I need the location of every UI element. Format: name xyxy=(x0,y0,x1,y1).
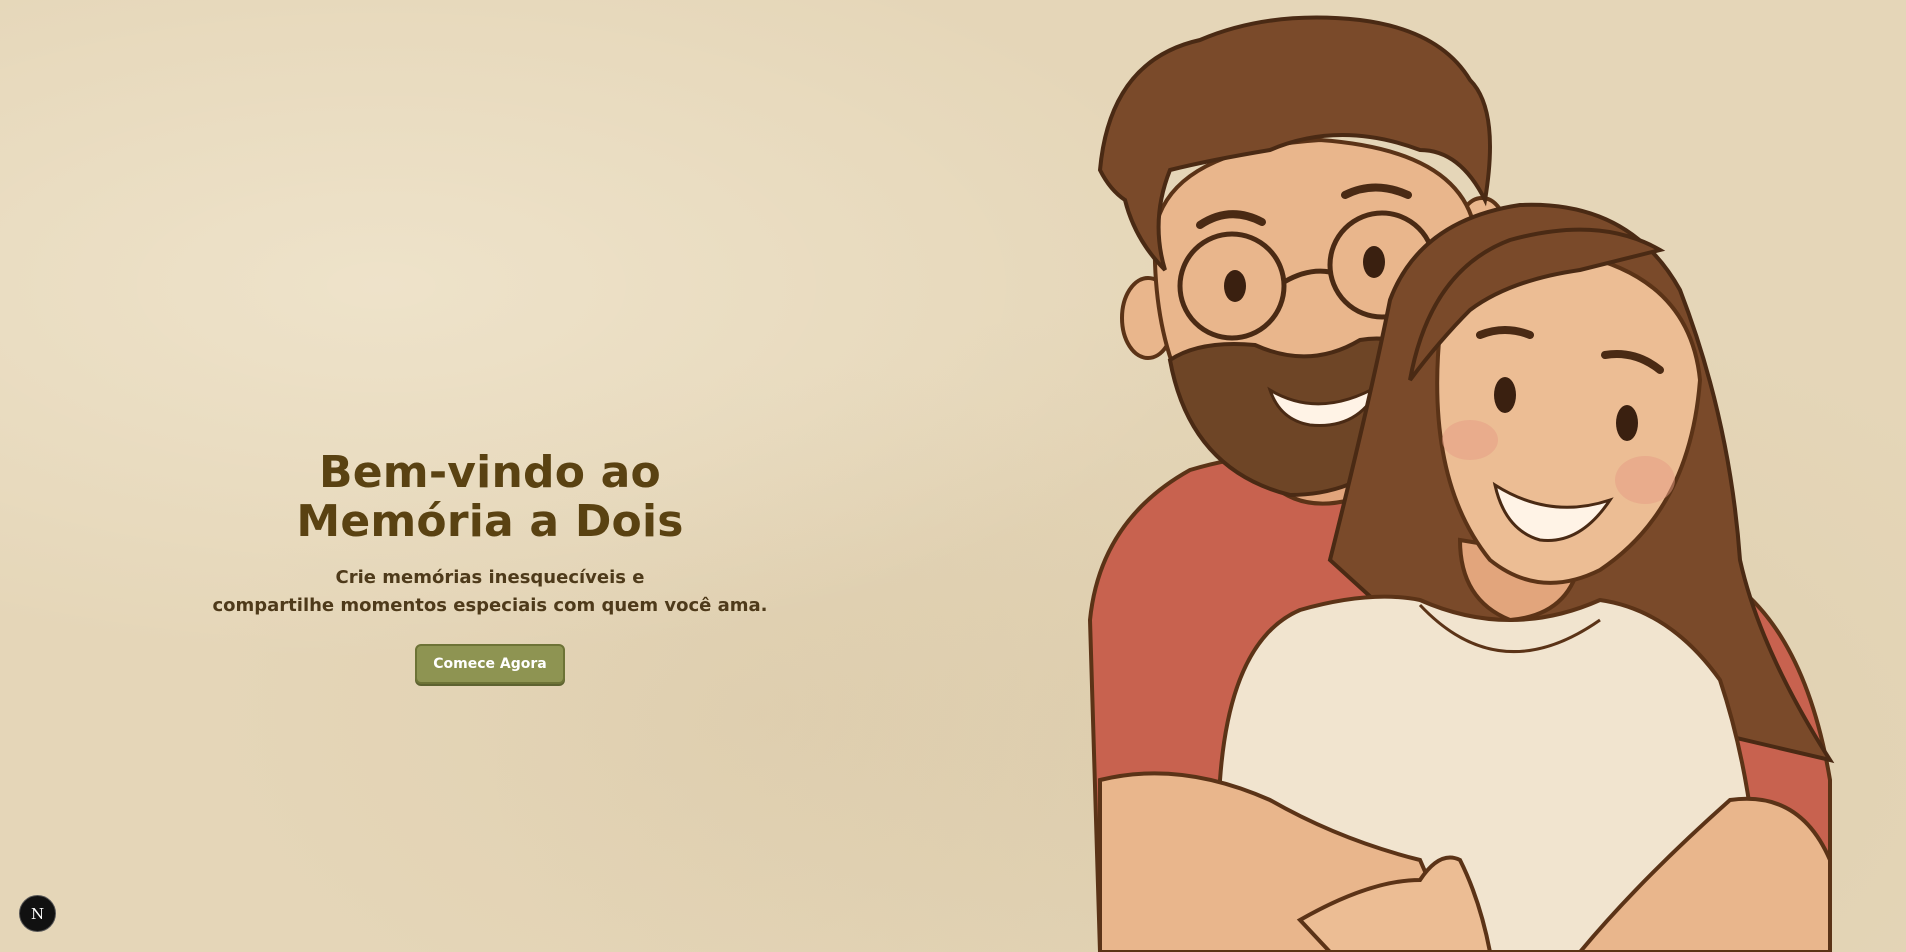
page-title: Bem-vindo ao Memória a Dois xyxy=(200,448,780,546)
subtitle-line-2: compartilhe momentos especiais com quem … xyxy=(212,595,768,616)
title-line-1: Bem-vindo ao xyxy=(319,447,661,498)
next-badge-letter: N xyxy=(30,904,45,923)
couple-illustration-icon xyxy=(1087,15,1835,952)
get-started-button[interactable]: Comece Agora xyxy=(415,644,565,684)
subtitle-line-1: Crie memórias inesquecíveis e xyxy=(335,567,645,588)
nextjs-logo-icon[interactable]: N xyxy=(19,895,56,932)
hero-subtitle: Crie memórias inesquecíveis e compartilh… xyxy=(200,564,780,620)
hero-section: Bem-vindo ao Memória a Dois Crie memória… xyxy=(200,448,780,684)
title-line-2: Memória a Dois xyxy=(296,496,684,547)
